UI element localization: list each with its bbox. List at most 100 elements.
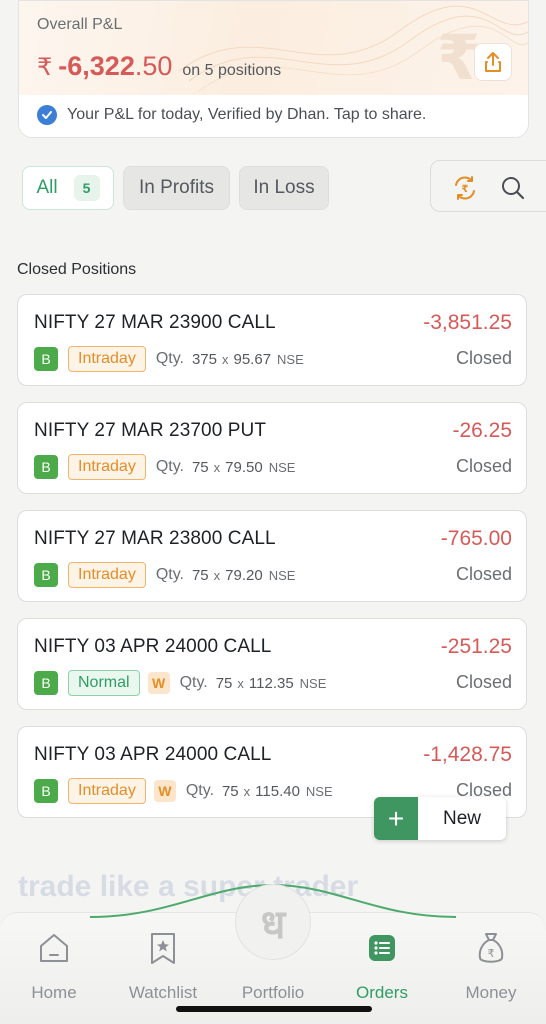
verified-text: Your P&L for today, Verified by Dhan. Ta… <box>67 106 427 123</box>
buy-badge: B <box>34 563 58 587</box>
search-icon[interactable] <box>499 174 527 202</box>
filter-all-chip[interactable]: All 5 <box>22 166 114 210</box>
nav-home[interactable]: Home <box>9 929 99 1003</box>
home-indicator <box>176 1006 372 1012</box>
pnl-card-header: ₹ Overall P&L ₹ -6,322 .50 on 5 position… <box>19 1 528 95</box>
qty-label: Qty. <box>185 782 214 799</box>
product-type-badge: Intraday <box>68 346 146 372</box>
multiply-sign: x <box>213 567 221 583</box>
avg-price: 112.35 <box>248 674 294 692</box>
filter-all-label: All <box>36 177 58 198</box>
nav-orders-label: Orders <box>356 983 408 1002</box>
share-button[interactable] <box>474 43 512 81</box>
nav-money[interactable]: ₹ Money <box>446 929 536 1003</box>
nav-watchlist-label: Watchlist <box>128 983 198 1002</box>
position-meta: B Normal W Qty. 75 x 112.35 NSE <box>34 670 326 696</box>
avg-price: 115.40 <box>255 782 300 800</box>
multiply-sign: x <box>237 675 244 691</box>
multiply-sign: x <box>222 351 229 367</box>
qty-value: 375 <box>191 350 217 368</box>
filter-all-count: 5 <box>73 175 100 201</box>
position-name: NIFTY 27 MAR 23900 CALL <box>34 312 276 333</box>
position-pnl: -1,428.75 <box>423 743 512 766</box>
multiply-sign: x <box>213 459 221 475</box>
portfolio-logo-button[interactable]: ध <box>235 884 311 960</box>
rupee-swap-icon[interactable]: ₹ <box>451 174 479 202</box>
svg-text:₹: ₹ <box>462 184 469 195</box>
position-meta: B Intraday Qty. 375 x 95.67 NSE <box>34 346 304 372</box>
position-name: NIFTY 03 APR 24000 CALL <box>34 744 272 765</box>
nav-money-label: Money <box>465 983 517 1002</box>
position-status: Closed <box>455 672 512 692</box>
home-icon <box>35 929 73 967</box>
pnl-value-decimal: .50 <box>134 51 173 81</box>
qty-label: Qty. <box>155 566 184 583</box>
position-card[interactable]: NIFTY 27 MAR 23800 CALL -765.00 B Intrad… <box>17 510 527 602</box>
pnl-summary-card[interactable]: ₹ Overall P&L ₹ -6,322 .50 on 5 position… <box>18 0 529 138</box>
avg-price: 79.20 <box>225 566 263 584</box>
pnl-value-integer: -6,322 <box>58 51 135 81</box>
position-name: NIFTY 27 MAR 23700 PUT <box>34 420 267 441</box>
buy-badge: B <box>34 455 58 479</box>
nav-home-label: Home <box>31 983 77 1002</box>
product-type-badge: Intraday <box>68 454 146 480</box>
position-name: NIFTY 27 MAR 23800 CALL <box>34 528 276 549</box>
qty-value: 75 <box>191 458 209 476</box>
section-title: Closed Positions <box>17 261 137 278</box>
new-order-button[interactable]: + New <box>374 797 506 840</box>
qty-label: Qty. <box>155 350 184 367</box>
qty-value: 75 <box>215 674 233 692</box>
position-pnl: -26.25 <box>452 419 512 442</box>
currency-symbol: ₹ <box>37 54 53 81</box>
position-meta: B Intraday Qty. 75 x 79.20 NSE <box>34 562 295 588</box>
pnl-label: Overall P&L <box>37 16 123 33</box>
filter-loss-chip[interactable]: In Loss <box>239 166 329 210</box>
position-status: Closed <box>455 564 512 584</box>
buy-badge: B <box>34 671 58 695</box>
qty-label: Qty. <box>179 674 208 691</box>
filter-profits-chip[interactable]: In Profits <box>123 166 230 210</box>
position-card[interactable]: NIFTY 27 MAR 23700 PUT -26.25 B Intraday… <box>17 402 527 494</box>
position-name: NIFTY 03 APR 24000 CALL <box>34 636 272 657</box>
exchange-label: NSE <box>268 567 296 583</box>
product-type-badge: Normal <box>68 670 140 696</box>
tools-box: ₹ <box>430 160 546 212</box>
avg-price: 95.67 <box>233 350 272 368</box>
exchange-label: NSE <box>299 675 327 691</box>
orders-list-icon <box>363 929 401 967</box>
nav-watchlist[interactable]: Watchlist <box>118 929 208 1003</box>
positions-count-text: on 5 positions <box>182 62 282 79</box>
position-pnl: -3,851.25 <box>423 311 512 334</box>
exchange-label: NSE <box>268 459 296 475</box>
verified-check-icon <box>37 105 57 125</box>
position-pnl: -765.00 <box>440 527 512 550</box>
pnl-value: ₹ -6,322 .50 on 5 positions <box>37 51 281 82</box>
avg-price: 79.50 <box>225 458 263 476</box>
plus-icon: + <box>374 797 418 840</box>
qty-value: 75 <box>221 782 239 800</box>
buy-badge: B <box>34 779 58 803</box>
position-meta: B Intraday Qty. 75 x 79.50 NSE <box>34 454 295 480</box>
product-type-badge: Intraday <box>68 778 146 804</box>
money-bag-icon: ₹ <box>472 929 510 967</box>
position-status: Closed <box>455 456 512 476</box>
position-card[interactable]: NIFTY 03 APR 24000 CALL -251.25 B Normal… <box>17 618 527 710</box>
exchange-label: NSE <box>277 351 304 367</box>
position-card[interactable]: NIFTY 27 MAR 23900 CALL -3,851.25 B Intr… <box>17 294 527 386</box>
svg-text:₹: ₹ <box>488 947 495 960</box>
exchange-label: NSE <box>305 783 333 799</box>
buy-badge: B <box>34 347 58 371</box>
weekly-badge: W <box>147 672 170 694</box>
position-meta: B Intraday W Qty. 75 x 115.40 NSE <box>34 778 333 804</box>
qty-label: Qty. <box>155 458 184 475</box>
multiply-sign: x <box>243 783 251 799</box>
nav-portfolio-label: Portfolio <box>241 983 305 1002</box>
position-status: Closed <box>455 348 512 368</box>
qty-value: 75 <box>191 566 209 584</box>
weekly-badge: W <box>153 780 176 802</box>
new-order-label: New <box>442 807 481 829</box>
nav-orders[interactable]: Orders <box>337 929 427 1003</box>
watchlist-star-icon <box>144 929 182 967</box>
product-type-badge: Intraday <box>68 562 146 588</box>
verified-row[interactable]: Your P&L for today, Verified by Dhan. Ta… <box>37 105 426 125</box>
